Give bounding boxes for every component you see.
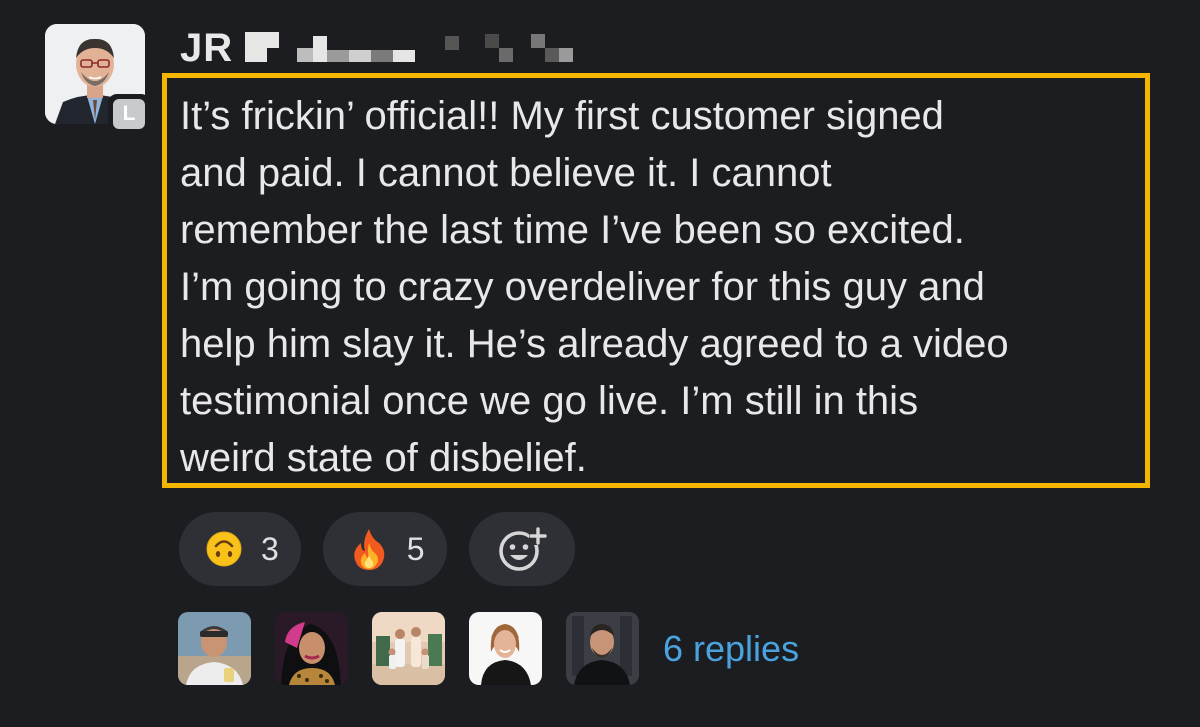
reaction-count: 5 (406, 530, 425, 567)
reply-avatar-1[interactable] (178, 612, 251, 685)
reply-avatar-2[interactable] (275, 612, 348, 685)
reply-avatar-4[interactable] (469, 612, 542, 685)
reaction-upside-down[interactable]: 3 (179, 512, 301, 586)
message-view: L JR It’s frickin’ official!! My first c… (0, 0, 1200, 727)
message-text: It’s frickin’ official!! My first custom… (180, 94, 1009, 480)
redacted-name (245, 28, 574, 68)
reply-avatar-3[interactable] (372, 612, 445, 685)
thread-replies: 6 replies (178, 612, 799, 685)
reply-avatar-5[interactable] (566, 612, 639, 685)
badge-initial: L (113, 99, 145, 129)
reaction-fire[interactable]: 5 (322, 512, 447, 586)
reaction-count: 3 (261, 530, 279, 567)
add-reaction-icon (498, 527, 547, 571)
sender-name[interactable]: JR (180, 26, 233, 71)
fire-icon (354, 529, 385, 570)
replies-link[interactable]: 6 replies (663, 628, 799, 670)
reactions-bar: 3 5 (179, 512, 575, 586)
add-reaction-button[interactable] (468, 512, 575, 586)
upside-down-face-icon (206, 531, 242, 567)
sender-header: JR (180, 26, 574, 71)
status-badge: L (108, 94, 150, 134)
